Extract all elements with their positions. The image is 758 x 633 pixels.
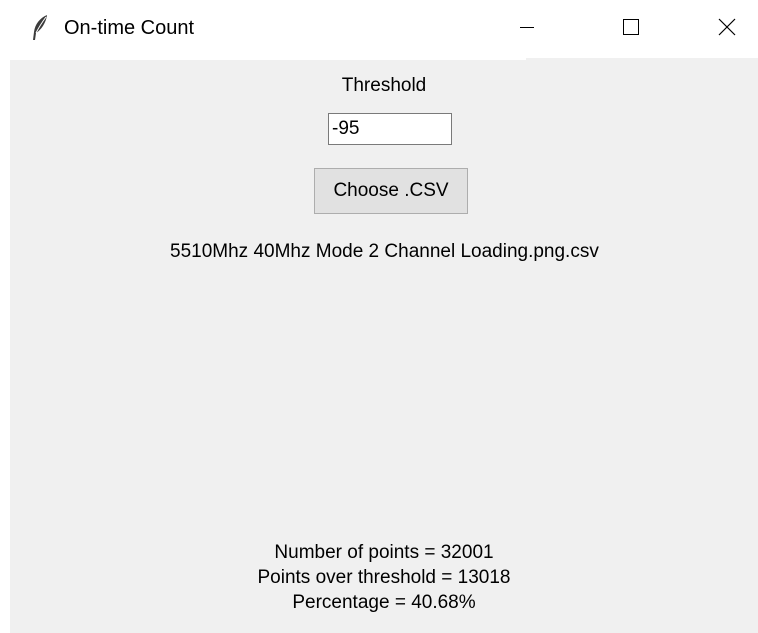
minimize-button[interactable] bbox=[496, 0, 558, 58]
file-name-label: 5510Mhz 40Mhz Mode 2 Channel Loading.png… bbox=[170, 241, 599, 262]
choose-csv-button[interactable]: Choose .CSV bbox=[314, 168, 468, 214]
close-icon bbox=[718, 18, 736, 41]
points-over-threshold: Points over threshold = 13018 bbox=[257, 567, 511, 588]
window-title: On-time Count bbox=[64, 17, 195, 39]
maximize-icon bbox=[622, 18, 640, 41]
client-area: Threshold Choose .CSV 5510Mhz 40Mhz Mode… bbox=[10, 60, 758, 633]
threshold-input[interactable] bbox=[328, 113, 452, 145]
app-window: On-time Count Threshold Choose .CSV 5510… bbox=[0, 0, 758, 633]
threshold-label: Threshold bbox=[341, 75, 427, 96]
points-count: Number of points = 32001 bbox=[274, 542, 494, 563]
close-button[interactable] bbox=[696, 0, 758, 58]
feather-icon bbox=[30, 14, 50, 42]
results-panel: Number of points = 32001 Points over thr… bbox=[10, 540, 758, 615]
percentage: Percentage = 40.68% bbox=[292, 592, 476, 613]
minimize-icon bbox=[519, 19, 535, 40]
title-bar[interactable]: On-time Count bbox=[0, 0, 758, 58]
maximize-button[interactable] bbox=[600, 0, 662, 58]
